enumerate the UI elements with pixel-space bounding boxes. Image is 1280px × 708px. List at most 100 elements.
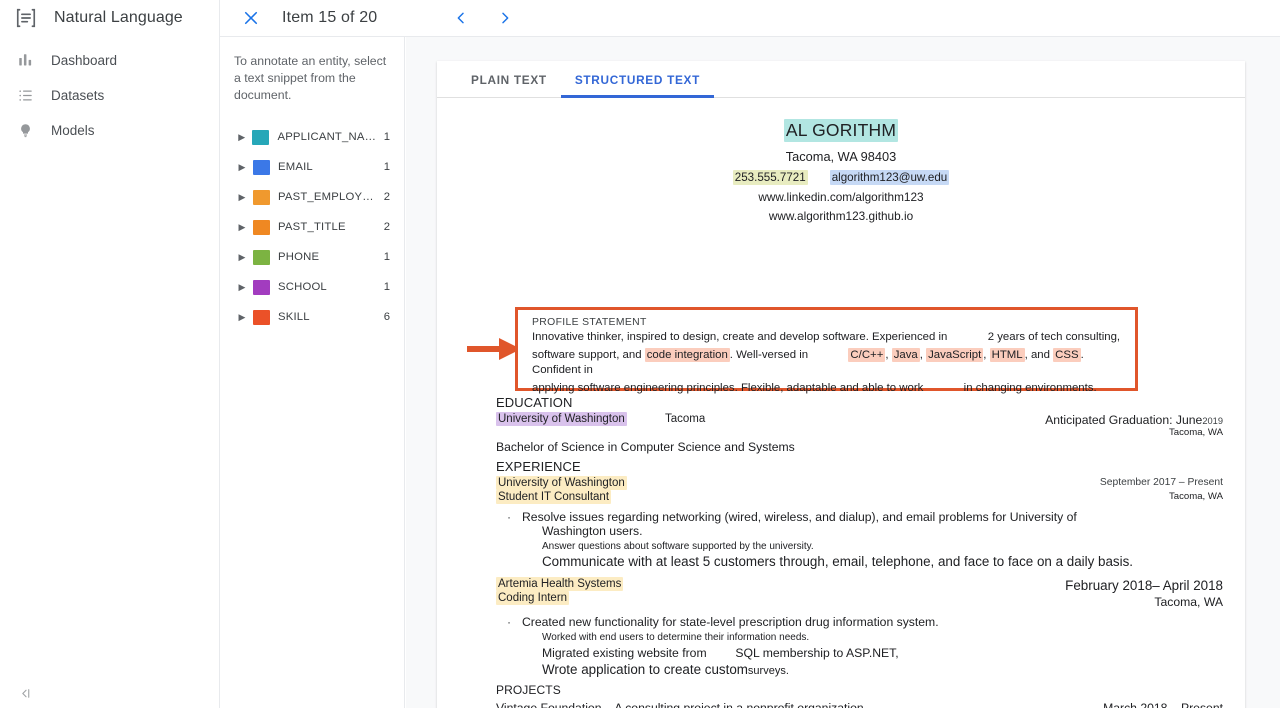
skill-highlight-javascript[interactable]: JavaScript [926,347,984,362]
job1-location: Tacoma, WA [1168,491,1223,502]
entity-count: 1 [383,131,390,143]
sidebar-item-label: Dashboard [51,53,118,68]
entity-row[interactable]: ▶ PAST_TITLE 2 [234,212,390,242]
resume-github: www.algorithm123.github.io [768,209,914,223]
skill-highlight-cpp[interactable]: C/C++ [848,347,886,362]
tab-plain-text[interactable]: PLAIN TEXT [457,61,561,98]
chevron-left-icon[interactable] [447,4,475,32]
profile-line-1: Innovative thinker, inspired to design, … [532,330,1121,346]
profile-text: . Well-versed in [729,348,809,361]
top-bar: Natural Language Item 15 of 20 [0,0,1280,37]
product-title: Natural Language [54,9,183,26]
employer-highlight-uw[interactable]: University of Washington [496,476,627,490]
entity-row[interactable]: ▶ PAST_EMPLOYER 2 [234,182,390,212]
applicant-name-line: AL GORITHM [471,119,1211,142]
email-highlight[interactable]: algorithm123@uw.edu [829,170,950,185]
education-location: Tacoma, WA [1168,427,1223,438]
projects-heading: PROJECTS [496,683,561,697]
annotation-hint-text: To annotate an entity, select a text sni… [234,54,387,102]
bullet-icon: · [506,615,512,629]
phone-highlight[interactable]: 253.555.7721 [732,170,808,185]
profile-text: software support, and [532,348,645,361]
title-highlight-coding-intern[interactable]: Coding Intern [496,591,570,605]
chevron-right-icon[interactable]: ▶ [234,222,250,233]
skill-highlight-java[interactable]: Java [891,347,920,362]
entity-label: PHONE [278,251,320,263]
chevron-right-icon[interactable]: ▶ [234,192,250,203]
chevron-right-icon[interactable]: ▶ [234,312,250,323]
chevron-right-icon[interactable]: ▶ [234,132,249,143]
job2-right: February 2018– April 2018 Tacoma, WA [1065,578,1223,609]
entity-label: APPLICANT_NAME [277,131,379,143]
bullet-text: Resolve issues regarding networking (wir… [522,510,1077,524]
entity-row[interactable]: ▶ EMAIL 1 [234,152,390,182]
school-highlight[interactable]: University of Washington [496,412,627,426]
entity-label: PAST_TITLE [278,221,346,233]
resume-document: AL GORITHM Tacoma, WA 98403 253.555.7721… [437,99,1245,708]
project-title: Vintage Foundation – A consulting projec… [496,701,868,708]
applicant-name-highlight[interactable]: AL GORITHM [783,119,899,142]
entity-count: 2 [383,191,390,203]
entity-row[interactable]: ▶ SCHOOL 1 [234,272,390,302]
sidebar-item-datasets[interactable]: Datasets [0,78,219,113]
job1-bullet-2: Answer questions about software supporte… [542,541,814,552]
close-icon[interactable] [238,5,264,31]
bullet-text: Wrote application to create custom [542,662,748,677]
resume-header: AL GORITHM Tacoma, WA 98403 253.555.7721… [471,119,1211,223]
chevron-right-icon[interactable] [491,4,519,32]
skill-highlight-css[interactable]: CSS [1053,347,1081,362]
tab-structured-text[interactable]: STRUCTURED TEXT [560,61,715,98]
title-highlight-student-it-consultant[interactable]: Student IT Consultant [496,490,612,504]
job1-bullet-1-cont: Washington users. [542,524,643,538]
job2-bullet-1: · Created new functionality for state-le… [496,615,1223,629]
job1-left: University of Washington Student IT Cons… [496,476,627,504]
sidebar-item-dashboard[interactable]: Dashboard [0,43,219,78]
entity-count: 1 [383,281,390,293]
entity-label: SKILL [278,311,310,323]
job1-bullet-1: · Resolve issues regarding networking (w… [496,510,1223,524]
brand-area: Natural Language [0,0,220,37]
sidebar-item-models[interactable]: Models [0,113,219,148]
item-counter-label: Item 15 of 20 [282,9,378,26]
entity-label: PAST_EMPLOYER [277,191,379,203]
skill-highlight-code-integration[interactable]: code integration [644,347,730,362]
profile-text: Innovative thinker, inspired to design, … [532,331,948,343]
job2-bullet-2: Worked with end users to determine their… [542,632,810,643]
skill-highlight-html[interactable]: HTML [989,347,1025,362]
bullet-icon: · [506,510,512,524]
graduation-label: Anticipated Graduation: June [1045,413,1203,427]
entity-row[interactable]: ▶ APPLICANT_NAME 1 [234,122,390,152]
job2-bullet-4: Wrote application to create customsurvey… [496,662,1223,677]
profile-text: , and [1024,348,1054,361]
bullet-text: Migrated existing website from [542,646,707,660]
graduation-year: 2019 [1202,416,1223,426]
employer-highlight-artemia[interactable]: Artemia Health Systems [496,577,624,591]
profile-text: 2 years of tech consulting, [987,331,1121,343]
entity-color-swatch [253,159,270,175]
chevron-right-icon[interactable]: ▶ [234,282,250,293]
education-campus: Tacoma [664,413,706,425]
bullet-text: surveys. [747,665,789,677]
job1-right: September 2017 – Present Tacoma, WA [1100,477,1223,502]
dashboard-icon [14,53,36,68]
experience-section: EXPERIENCE University of Washington Stud… [496,459,1223,677]
chevron-right-icon[interactable]: ▶ [234,162,250,173]
education-left: University of Washington Tacoma [496,412,706,426]
item-pager [447,4,519,32]
experience-job-2: Artemia Health Systems Coding Intern Feb… [496,577,1223,609]
resume-contact-line: 253.555.7721 algorithm123@uw.edu [471,170,1211,185]
item-navigation-bar: Item 15 of 20 [220,0,519,37]
collapse-sidebar-icon[interactable] [14,682,36,704]
education-right: Anticipated Graduation: June2019 Tacoma,… [1045,413,1223,438]
project-dates: March 2018 – Present [1103,701,1223,708]
job1-dates: September 2017 – Present [1099,477,1223,488]
chevron-right-icon[interactable]: ▶ [234,252,250,263]
projects-section: PROJECTS Vintage Foundation – A consulti… [496,683,1223,708]
profile-text: in changing environments. [963,381,1097,394]
profile-heading: PROFILE STATEMENT [532,317,647,328]
education-heading: EDUCATION [496,395,573,410]
entity-row[interactable]: ▶ PHONE 1 [234,242,390,272]
entity-color-swatch [253,309,270,325]
entity-row[interactable]: ▶ SKILL 6 [234,302,390,332]
sidebar-item-label: Models [51,123,95,138]
